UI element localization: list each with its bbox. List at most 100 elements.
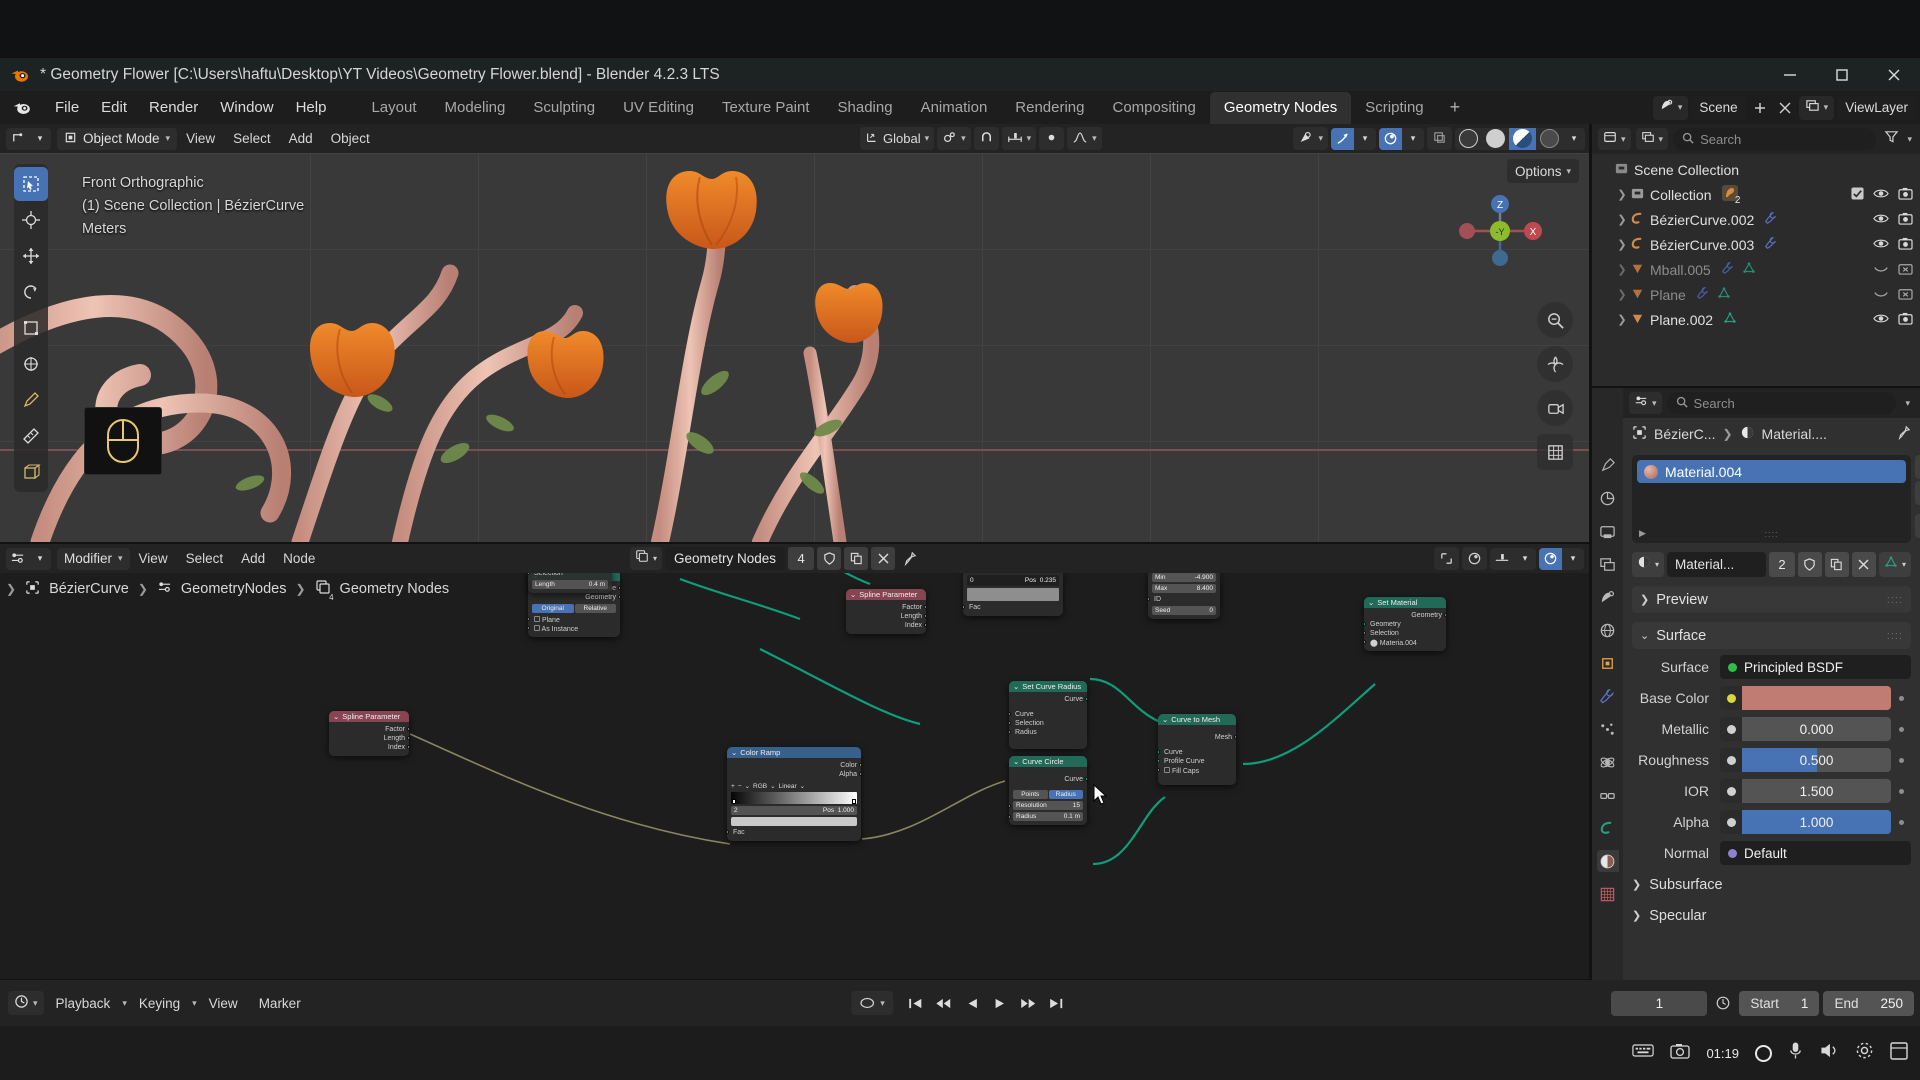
socket-input[interactable] <box>1009 815 1011 819</box>
list-expand-arrow-icon[interactable]: ▶ <box>1639 528 1646 539</box>
ramp-color-swatch[interactable] <box>731 817 857 826</box>
geometry-node-editor-icon[interactable] <box>6 548 29 570</box>
duplicate-icon[interactable] <box>844 547 869 570</box>
metallic-input-socket[interactable] <box>1720 717 1742 741</box>
outliner-filter-icon[interactable] <box>1881 129 1902 149</box>
tab-layout[interactable]: Layout <box>357 92 430 124</box>
socket-output[interactable] <box>924 623 926 627</box>
checkbox-icon[interactable] <box>1164 766 1170 773</box>
camera-on-icon[interactable] <box>1898 212 1913 228</box>
socket-input[interactable] <box>1158 759 1160 763</box>
alpha-slider[interactable]: 1.000 <box>1742 810 1891 834</box>
properties-editor[interactable]: ▾ Search ▾ BézierC... ❯ Material.... Mat… <box>1592 388 1920 1002</box>
mic-icon[interactable] <box>1788 1041 1803 1065</box>
timeline-editor-type[interactable]: ▾ <box>8 991 44 1015</box>
properties-tab-output-icon[interactable] <box>1597 520 1619 542</box>
properties-tab-scene-icon[interactable] <box>1597 586 1619 608</box>
node-header[interactable]: ⌄ Color Ramp <box>727 747 861 758</box>
node-menu-add[interactable]: Add <box>232 548 274 569</box>
socket-input[interactable] <box>963 605 965 609</box>
tool-measure-icon[interactable] <box>14 419 48 453</box>
eye-closed-icon[interactable] <box>1873 287 1889 303</box>
outliner-editor-type[interactable]: ▾ <box>1598 128 1631 150</box>
camera-off-icon[interactable] <box>1898 287 1913 303</box>
node-collapse-icon[interactable]: ⌄ <box>1162 715 1168 724</box>
socket-output[interactable] <box>1085 777 1087 781</box>
proportional-falloff-selector[interactable]: ▾ <box>1067 127 1102 150</box>
menu-file[interactable]: File <box>44 95 90 120</box>
tab-rendering[interactable]: Rendering <box>1001 92 1098 124</box>
chevron-down-icon[interactable]: ▾ <box>1901 398 1914 409</box>
outliner-row-beziercurve-002[interactable]: ❯ BézierCurve.002 <box>1592 207 1920 232</box>
prev-keyframe-icon[interactable] <box>931 991 957 1015</box>
socket-output[interactable] <box>407 727 409 731</box>
chevron-down-icon[interactable]: ▾ <box>1563 128 1585 150</box>
timeline-menu-playback[interactable]: Playback <box>47 993 120 1014</box>
node-collapse-icon[interactable]: ⌄ <box>850 590 856 599</box>
properties-tab-constraint-icon[interactable] <box>1597 784 1619 806</box>
color-ramp-gradient[interactable] <box>731 792 857 804</box>
tool-move-icon[interactable] <box>14 239 48 273</box>
chevron-down-icon[interactable]: ⌄ <box>770 782 775 790</box>
field-radius[interactable]: Radius 0.1 m <box>1009 812 1083 821</box>
socket-output[interactable] <box>1444 613 1446 617</box>
animate-property-dot[interactable] <box>1891 757 1911 763</box>
animate-property-dot[interactable] <box>1891 726 1911 732</box>
properties-tab-view-layer-icon[interactable] <box>1597 553 1619 575</box>
outliner-search-input[interactable]: Search <box>1673 128 1877 150</box>
socket-output[interactable] <box>618 595 620 599</box>
tab-compositing[interactable]: Compositing <box>1099 92 1210 124</box>
socket-input[interactable] <box>1009 730 1011 734</box>
view-layer-name-field[interactable]: ViewLayer <box>1837 95 1916 120</box>
node-menu-view[interactable]: View <box>130 548 177 569</box>
node-collapse-icon[interactable]: ⌄ <box>731 748 737 757</box>
pin-icon[interactable] <box>1896 425 1911 443</box>
socket-output[interactable] <box>407 736 409 740</box>
chevron-down-icon[interactable]: ▾ <box>29 548 51 570</box>
chevron-down-icon[interactable]: ▾ <box>1514 548 1536 570</box>
timeline-menu-marker[interactable]: Marker <box>250 993 310 1014</box>
surface-shader-selector[interactable]: Principled BSDF <box>1720 655 1911 679</box>
subpanel-subsurface[interactable]: ❯ Subsurface <box>1632 872 1911 897</box>
tab-animation[interactable]: Animation <box>907 92 1002 124</box>
material-browse-button[interactable]: ▾ <box>1632 552 1665 577</box>
node-collapse-icon[interactable]: ⌄ <box>333 712 339 721</box>
properties-tab-particles-icon[interactable] <box>1597 718 1619 740</box>
socket-input[interactable] <box>727 830 729 834</box>
node-tree-name-field[interactable]: Geometry Nodes <box>665 547 786 570</box>
add-stop-button[interactable]: + <box>731 783 735 790</box>
remove-stop-button[interactable]: − <box>738 783 742 790</box>
socket-output[interactable] <box>1234 735 1236 739</box>
properties-tab-physics-icon[interactable] <box>1597 751 1619 773</box>
socket-input[interactable] <box>1364 640 1366 644</box>
menu-edit[interactable]: Edit <box>90 95 138 120</box>
camera-icon[interactable] <box>1670 1043 1691 1064</box>
node-header[interactable]: ⌄ Curve to Mesh <box>1158 714 1236 725</box>
subpanel-specular[interactable]: ❯ Specular <box>1632 903 1911 928</box>
tool-scale-icon[interactable] <box>14 311 48 345</box>
socket-input[interactable] <box>1009 804 1011 808</box>
outliner-row-plane-002[interactable]: ❯ Plane.002 <box>1592 307 1920 332</box>
tool-cursor-icon[interactable] <box>14 203 48 237</box>
checkbox-checked[interactable] <box>1851 186 1864 203</box>
pin-icon[interactable] <box>898 551 920 567</box>
breadcrumb-object-label[interactable]: BézierCurve <box>49 581 129 597</box>
scene-data-browse[interactable]: ▾ <box>1652 95 1689 120</box>
camera-on-icon[interactable] <box>1898 237 1913 253</box>
socket-output[interactable] <box>924 605 926 609</box>
interaction-mode-selector[interactable]: Object Mode ▾ <box>57 127 178 150</box>
material-specials-menu[interactable]: ▾ <box>1915 514 1920 538</box>
play-reverse-icon[interactable] <box>959 991 985 1015</box>
node-header[interactable]: ⌄ Spline Parameter <box>329 711 409 722</box>
show-overlays-toggle[interactable] <box>1379 127 1402 150</box>
node-tree-browse-button[interactable]: ▾ <box>630 547 663 570</box>
eye-open-icon[interactable] <box>1873 312 1889 328</box>
expand-chevron-icon[interactable]: ❯ <box>1614 188 1630 201</box>
outliner-row-scene-collection[interactable]: Scene Collection <box>1592 157 1920 182</box>
chevron-down-icon[interactable]: ⌄ <box>800 782 805 790</box>
socket-input[interactable] <box>528 617 530 621</box>
node-tree-users-count[interactable]: 4 <box>788 547 815 570</box>
node-header[interactable]: ⌄ Set Curve Radius <box>1009 681 1087 692</box>
tool-annotate-icon[interactable] <box>14 383 48 417</box>
material-slot-row[interactable]: Material.004 <box>1637 460 1906 483</box>
